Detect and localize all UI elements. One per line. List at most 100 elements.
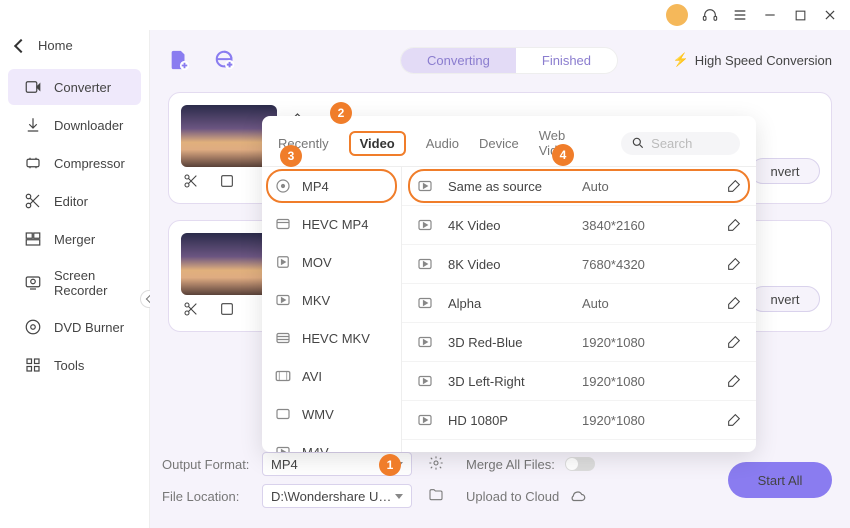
trim-icon[interactable] — [183, 301, 201, 319]
sidebar: Home Converter Downloader Compressor Editor… — [0, 30, 150, 528]
resolution-label: 4K Video — [448, 218, 568, 233]
sidebar-item-label: Editor — [54, 194, 88, 209]
sidebar-item-dvd-burner[interactable]: DVD Burner — [8, 309, 141, 345]
close-icon[interactable] — [822, 7, 838, 23]
merge-toggle[interactable] — [565, 457, 595, 471]
format-mov[interactable]: MOV — [262, 243, 401, 281]
sidebar-icon — [24, 356, 42, 374]
merge-label: Merge All Files: — [466, 457, 555, 472]
resolution-label: HD 1080P — [448, 413, 568, 428]
minimize-icon[interactable] — [762, 7, 778, 23]
sidebar-item-label: Downloader — [54, 118, 123, 133]
format-icon — [274, 367, 292, 385]
format-wmv[interactable]: WMV — [262, 395, 401, 433]
sidebar-item-editor[interactable]: Editor — [8, 183, 141, 219]
edit-icon[interactable] — [726, 334, 742, 350]
start-all-button[interactable]: Start All — [728, 462, 832, 498]
upload-label: Upload to Cloud — [466, 489, 559, 504]
resolution-label: HD 720P — [448, 452, 568, 453]
sidebar-item-screen-recorder[interactable]: Screen Recorder — [8, 259, 141, 307]
edit-icon[interactable] — [726, 412, 742, 428]
format-mkv[interactable]: MKV — [262, 281, 401, 319]
sidebar-item-label: Merger — [54, 232, 95, 247]
cloud-icon[interactable] — [569, 487, 587, 505]
format-hevc-mp4[interactable]: HEVC MP4 — [262, 205, 401, 243]
trim-icon[interactable] — [183, 173, 201, 191]
format-m4v[interactable]: M4V — [262, 433, 401, 452]
format-mp4[interactable]: MP4 — [262, 167, 401, 205]
chevron-down-icon — [395, 494, 403, 499]
back-icon — [14, 38, 28, 52]
callout-4: 4 — [552, 144, 574, 166]
home-label: Home — [38, 38, 73, 53]
format-label: WMV — [302, 407, 334, 422]
maximize-icon[interactable] — [792, 7, 808, 23]
sidebar-home[interactable]: Home — [0, 30, 149, 67]
resolution-label: 3D Left-Right — [448, 374, 568, 389]
crop-icon[interactable] — [219, 173, 237, 191]
format-icon — [274, 291, 292, 309]
format-avi[interactable]: AVI — [262, 357, 401, 395]
format-label: AVI — [302, 369, 322, 384]
tab-finished[interactable]: Finished — [516, 48, 617, 73]
headset-icon[interactable] — [702, 7, 718, 23]
avatar[interactable] — [666, 4, 688, 26]
sidebar-icon — [24, 318, 42, 336]
high-speed-label: High Speed Conversion — [695, 53, 832, 68]
edit-icon[interactable] — [726, 178, 742, 194]
video-icon — [416, 333, 434, 351]
sidebar-item-merger[interactable]: Merger — [8, 221, 141, 257]
convert-button[interactable]: nvert — [750, 158, 820, 184]
convert-button[interactable]: nvert — [750, 286, 820, 312]
format-label: MP4 — [302, 179, 329, 194]
add-url-button[interactable] — [214, 49, 236, 71]
tab-device[interactable]: Device — [479, 136, 519, 151]
format-label: HEVC MP4 — [302, 217, 368, 232]
resolution-option[interactable]: HD 1080P1920*1080 — [402, 401, 756, 440]
edit-icon[interactable] — [726, 217, 742, 233]
gear-icon[interactable] — [428, 455, 446, 473]
callout-2: 2 — [330, 102, 352, 124]
format-popover: RecentlyVideoAudioDeviceWeb VideoSearch … — [262, 116, 756, 452]
sidebar-item-label: DVD Burner — [54, 320, 124, 335]
toolbar: Converting Finished ⚡ High Speed Convers… — [168, 40, 832, 80]
crop-icon[interactable] — [219, 301, 237, 319]
resolution-option[interactable]: AlphaAuto — [402, 284, 756, 323]
callout-1: 1 — [379, 454, 401, 476]
edit-icon[interactable] — [726, 373, 742, 389]
video-icon — [416, 372, 434, 390]
file-location-select[interactable]: D:\Wondershare UniConverter 1 — [262, 484, 412, 508]
format-icon — [274, 215, 292, 233]
format-hevc-mkv[interactable]: HEVC MKV — [262, 319, 401, 357]
format-icon — [274, 443, 292, 452]
folder-icon[interactable] — [428, 487, 446, 505]
format-label: HEVC MKV — [302, 331, 370, 346]
sidebar-item-converter[interactable]: Converter — [8, 69, 141, 105]
edit-icon[interactable] — [726, 295, 742, 311]
video-icon — [416, 411, 434, 429]
resolution-label: Same as source — [448, 179, 568, 194]
format-label: MKV — [302, 293, 330, 308]
resolution-option[interactable]: 3D Red-Blue1920*1080 — [402, 323, 756, 362]
tab-audio[interactable]: Audio — [426, 136, 459, 151]
tab-converting[interactable]: Converting — [401, 48, 516, 73]
add-file-button[interactable] — [168, 49, 190, 71]
sidebar-item-downloader[interactable]: Downloader — [8, 107, 141, 143]
high-speed-toggle[interactable]: ⚡ High Speed Conversion — [673, 52, 833, 68]
format-search-input[interactable]: Search — [621, 132, 740, 155]
resolution-option[interactable]: 8K Video7680*4320 — [402, 245, 756, 284]
sidebar-item-label: Compressor — [54, 156, 125, 171]
menu-icon[interactable] — [732, 7, 748, 23]
resolution-option[interactable]: 3D Left-Right1920*1080 — [402, 362, 756, 401]
resolution-option[interactable]: Same as source Auto — [402, 167, 756, 206]
resolution-option[interactable]: HD 720P1280*720 — [402, 440, 756, 452]
edit-icon[interactable] — [726, 256, 742, 272]
resolution-value: Auto — [582, 179, 712, 194]
tab-video[interactable]: Video — [349, 131, 406, 156]
edit-icon[interactable] — [726, 451, 742, 452]
format-icon — [274, 405, 292, 423]
sidebar-item-tools[interactable]: Tools — [8, 347, 141, 383]
resolution-option[interactable]: 4K Video3840*2160 — [402, 206, 756, 245]
sidebar-item-compressor[interactable]: Compressor — [8, 145, 141, 181]
resolution-label: 3D Red-Blue — [448, 335, 568, 350]
